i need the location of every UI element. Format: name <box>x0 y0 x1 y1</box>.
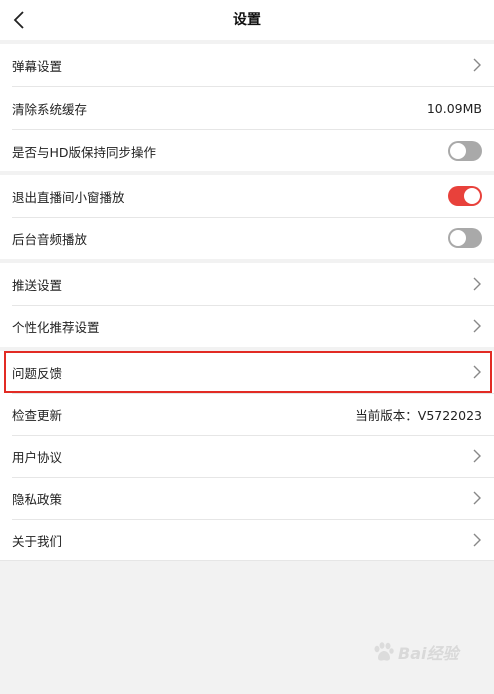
bg-audio-label: 后台音频播放 <box>12 231 88 247</box>
personalize-label: 个性化推荐设置 <box>12 319 100 335</box>
toggle-knob <box>450 230 466 246</box>
baidu-watermark: Bai经验 <box>372 632 482 672</box>
chevron-right-icon <box>472 490 482 506</box>
pip-label: 退出直播间小窗播放 <box>12 189 125 205</box>
chevron-right-icon <box>472 318 482 334</box>
chevron-right-icon <box>472 276 482 292</box>
watermark-text: Bai经验 <box>398 644 459 663</box>
push-settings-label: 推送设置 <box>12 277 63 293</box>
pip-toggle[interactable] <box>448 186 482 206</box>
toggle-knob <box>464 188 480 204</box>
settings-group-playback: 退出直播间小窗播放 后台音频播放 <box>0 175 494 259</box>
clear-cache-label: 清除系统缓存 <box>12 101 88 117</box>
check-update-label: 检查更新 <box>12 407 63 423</box>
divider <box>0 560 494 561</box>
personalize-row[interactable]: 个性化推荐设置 <box>0 305 494 347</box>
clear-cache-row[interactable]: 清除系统缓存 10.09MB <box>0 87 494 129</box>
chevron-right-icon <box>472 532 482 548</box>
user-agreement-label: 用户协议 <box>12 449 63 465</box>
push-settings-row[interactable]: 推送设置 <box>0 263 494 305</box>
chevron-right-icon <box>472 364 482 380</box>
toggle-knob <box>450 143 466 159</box>
about-us-label: 关于我们 <box>12 533 63 549</box>
pip-row: 退出直播间小窗播放 <box>0 175 494 217</box>
danmaku-settings-row[interactable]: 弹幕设置 <box>0 44 494 86</box>
chevron-right-icon <box>472 57 482 73</box>
hd-sync-toggle[interactable] <box>448 141 482 161</box>
settings-group-push: 推送设置 个性化推荐设置 <box>0 263 494 347</box>
cache-size-value: 10.09MB <box>426 100 482 116</box>
bg-audio-toggle[interactable] <box>448 228 482 248</box>
settings-group-about: 问题反馈 检查更新 当前版本：V5722023 用户协议 隐私政策 关于我们 <box>0 351 494 561</box>
hd-sync-row: 是否与HD版保持同步操作 <box>0 130 494 172</box>
danmaku-settings-label: 弹幕设置 <box>12 58 63 74</box>
version-value: 当前版本：V5722023 <box>355 407 482 423</box>
bg-audio-row: 后台音频播放 <box>0 217 494 259</box>
top-bar: 设置 <box>0 0 494 40</box>
hd-sync-label: 是否与HD版保持同步操作 <box>12 144 157 160</box>
user-agreement-row[interactable]: 用户协议 <box>0 435 494 477</box>
privacy-policy-row[interactable]: 隐私政策 <box>0 477 494 519</box>
privacy-policy-label: 隐私政策 <box>12 491 63 507</box>
feedback-row[interactable]: 问题反馈 <box>0 351 494 393</box>
page-title: 设置 <box>233 12 261 28</box>
feedback-label: 问题反馈 <box>12 365 63 381</box>
settings-group-general: 弹幕设置 清除系统缓存 10.09MB 是否与HD版保持同步操作 <box>0 44 494 171</box>
check-update-row[interactable]: 检查更新 当前版本：V5722023 <box>0 393 494 435</box>
chevron-right-icon <box>472 448 482 464</box>
paw-icon <box>374 642 394 661</box>
about-us-row[interactable]: 关于我们 <box>0 519 494 561</box>
